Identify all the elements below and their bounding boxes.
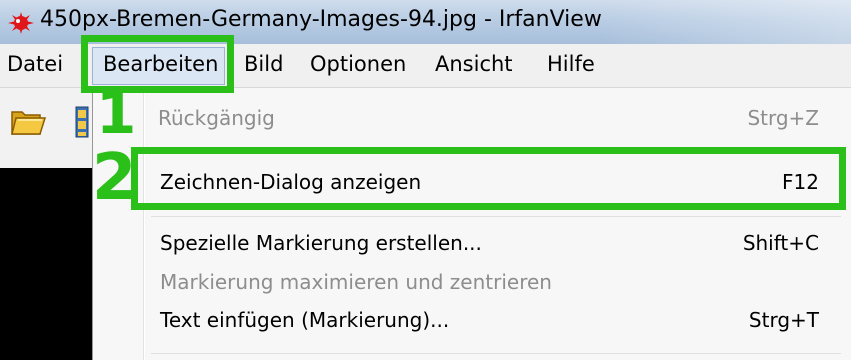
menu-item-markierung-maximieren[interactable]: Markierung maximieren und zentrieren [160,270,552,294]
menu-gutter-highlight [144,88,145,360]
menu-separator [151,353,841,354]
menu-datei[interactable]: Datei [7,52,63,76]
menu-hilfe[interactable]: Hilfe [547,52,595,76]
menu-item-spezielle-markierung[interactable]: Spezielle Markierung erstellen... [160,231,482,255]
window-title: 450px-Bremen-Germany-Images-94.jpg - Irf… [40,7,602,32]
open-folder-icon[interactable] [10,104,46,138]
shortcut-rueckgaengig: Strg+Z [747,106,819,130]
title-bar-gloss [600,0,851,44]
menu-item-text-einfuegen[interactable]: Text einfügen (Markierung)... [160,308,449,332]
annotation-box-2 [131,147,846,210]
menu-item-rueckgaengig[interactable]: Rückgängig [158,106,275,130]
filmstrip-icon[interactable] [75,106,89,138]
menu-optionen[interactable]: Optionen [310,52,406,76]
shortcut-text-einfuegen: Strg+T [748,308,819,332]
shortcut-spezielle-markierung: Shift+C [742,231,819,255]
irfanview-icon [8,12,34,34]
image-canvas [0,168,92,360]
menu-ansicht[interactable]: Ansicht [435,52,513,76]
menu-separator [151,216,841,217]
menu-bild[interactable]: Bild [244,52,283,76]
annotation-number-1: 1 [96,79,137,147]
edit-menu-dropdown: Rückgängig Strg+Z Zeichnen-Dialog anzeig… [92,88,851,360]
annotation-number-2: 2 [92,141,137,215]
